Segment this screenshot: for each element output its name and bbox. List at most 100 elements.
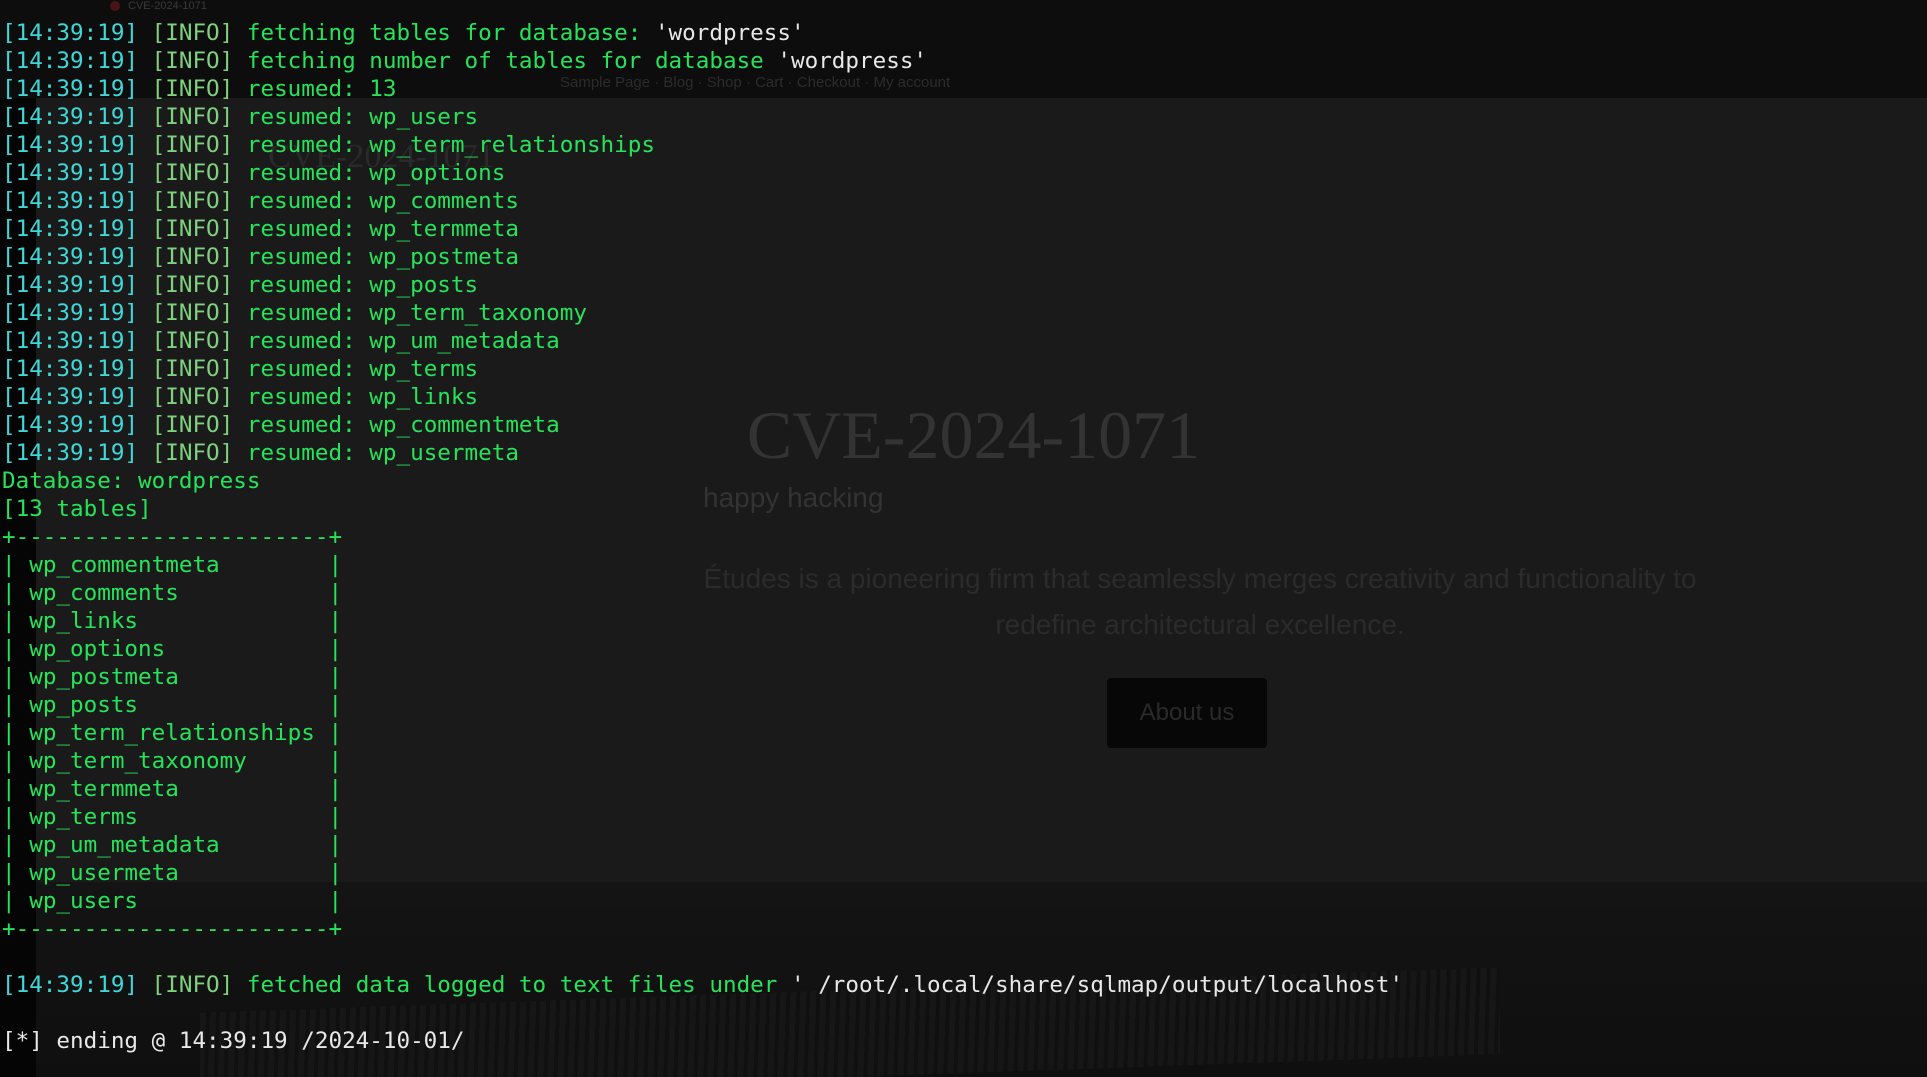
table-name: wp_commentmeta xyxy=(15,552,329,578)
table-name: wp_usermeta xyxy=(15,860,329,886)
table-border: | xyxy=(328,692,343,718)
log-line: [14:39:19] [INFO] fetching number of tab… xyxy=(2,47,927,75)
table-name: wp_term_relationships xyxy=(15,720,329,746)
log-level: [INFO] xyxy=(151,244,234,270)
ending-text: ending @ 14:39:19 /2024-10-01/ xyxy=(42,1028,465,1054)
log-message: resumed: wp_comments xyxy=(246,188,519,214)
output-path: ' /root/.local/share/sqlmap/output/local… xyxy=(790,972,1404,998)
log-message: resumed: 13 xyxy=(246,76,397,102)
log-message: fetching number of tables for database xyxy=(246,48,778,74)
log-message: fetched data logged to text files under xyxy=(246,972,791,998)
log-message: resumed: wp_terms xyxy=(246,356,479,382)
log-timestamp: [14:39:19] xyxy=(2,972,139,998)
table-border: | xyxy=(2,860,16,886)
table-border: | xyxy=(328,776,343,802)
table-border: | xyxy=(2,580,16,606)
table-border: | xyxy=(2,832,16,858)
log-timestamp: [14:39:19] xyxy=(2,244,139,270)
log-level: [INFO] xyxy=(151,188,234,214)
table-row: | wp_posts | xyxy=(2,691,342,719)
table-name: wp_users xyxy=(15,888,329,914)
log-message: resumed: wp_term_taxonomy xyxy=(246,300,587,326)
log-line: [14:39:19] [INFO] resumed: wp_term_taxon… xyxy=(2,299,587,327)
table-row: | wp_terms | xyxy=(2,803,342,831)
log-level: [INFO] xyxy=(151,300,234,326)
table-border: | xyxy=(2,748,16,774)
log-timestamp: [14:39:19] xyxy=(2,328,139,354)
log-timestamp: [14:39:19] xyxy=(2,356,139,382)
database-label-text: Database: wordpress xyxy=(2,468,261,494)
log-level: [INFO] xyxy=(151,412,234,438)
log-level: [INFO] xyxy=(151,104,234,130)
log-message: resumed: wp_usermeta xyxy=(246,440,519,466)
log-line: [14:39:19] [INFO] resumed: wp_usermeta xyxy=(2,439,519,467)
log-timestamp: [14:39:19] xyxy=(2,132,139,158)
log-level: [INFO] xyxy=(151,48,234,74)
table-border: | xyxy=(2,888,16,914)
log-line: [14:39:19] [INFO] resumed: wp_termmeta xyxy=(2,215,519,243)
table-border: | xyxy=(2,636,16,662)
table-name: wp_posts xyxy=(15,692,329,718)
table-border: | xyxy=(328,664,343,690)
log-message: resumed: wp_termmeta xyxy=(246,216,519,242)
log-level: [INFO] xyxy=(151,216,234,242)
table-row: | wp_links | xyxy=(2,607,342,635)
log-level: [INFO] xyxy=(151,440,234,466)
log-line: [14:39:19] [INFO] resumed: wp_postmeta xyxy=(2,243,519,271)
log-message: resumed: wp_commentmeta xyxy=(246,412,560,438)
ending-line: [*] ending @ 14:39:19 /2024-10-01/ xyxy=(2,1027,465,1055)
log-quoted-value: 'wordpress' xyxy=(654,20,805,46)
log-level: [INFO] xyxy=(151,972,234,998)
log-timestamp: [14:39:19] xyxy=(2,440,139,466)
log-level: [INFO] xyxy=(151,272,234,298)
table-row: | wp_comments | xyxy=(2,579,342,607)
table-row: | wp_term_relationships | xyxy=(2,719,342,747)
log-timestamp: [14:39:19] xyxy=(2,20,139,46)
log-timestamp: [14:39:19] xyxy=(2,76,139,102)
log-message: resumed: wp_posts xyxy=(246,272,479,298)
table-border: | xyxy=(328,888,343,914)
table-border: | xyxy=(328,720,343,746)
log-line: [14:39:19] [INFO] resumed: wp_comments xyxy=(2,187,519,215)
log-message: resumed: wp_options xyxy=(246,160,506,186)
log-timestamp: [14:39:19] xyxy=(2,300,139,326)
log-message: fetching tables for database: xyxy=(246,20,655,46)
log-quoted-value: 'wordpress' xyxy=(777,48,928,74)
log-line: [14:39:19] [INFO] resumed: wp_users xyxy=(2,103,478,131)
log-line: [14:39:19] [INFO] resumed: wp_posts xyxy=(2,271,478,299)
table-border: | xyxy=(328,608,343,634)
log-level: [INFO] xyxy=(151,160,234,186)
table-name: wp_term_taxonomy xyxy=(15,748,329,774)
table-row: | wp_options | xyxy=(2,635,342,663)
tables-count-text: [13 tables] xyxy=(2,496,152,522)
log-level: [INFO] xyxy=(151,384,234,410)
table-border: | xyxy=(2,608,16,634)
table-border: | xyxy=(2,804,16,830)
log-line: [14:39:19] [INFO] fetching tables for da… xyxy=(2,19,805,47)
log-timestamp: [14:39:19] xyxy=(2,216,139,242)
log-message: resumed: wp_users xyxy=(246,104,479,130)
table-border: | xyxy=(2,552,16,578)
log-level: [INFO] xyxy=(151,356,234,382)
log-line: [14:39:19] [INFO] resumed: 13 xyxy=(2,75,397,103)
table-border-bottom: +-----------------------+ xyxy=(2,915,342,943)
table-row: | wp_postmeta | xyxy=(2,663,342,691)
log-timestamp: [14:39:19] xyxy=(2,104,139,130)
table-border: | xyxy=(2,692,16,718)
table-border: | xyxy=(328,580,343,606)
table-border: | xyxy=(328,552,343,578)
table-row: | wp_usermeta | xyxy=(2,859,342,887)
table-name: wp_termmeta xyxy=(15,776,329,802)
table-border: | xyxy=(328,832,343,858)
table-border: | xyxy=(2,776,16,802)
log-timestamp: [14:39:19] xyxy=(2,160,139,186)
table-border: | xyxy=(2,720,16,746)
log-message: resumed: wp_postmeta xyxy=(246,244,519,270)
ending-prefix: [*] xyxy=(2,1028,43,1054)
table-border: +-----------------------+ xyxy=(2,524,343,550)
table-border: | xyxy=(328,636,343,662)
table-name: wp_um_metadata xyxy=(15,832,329,858)
log-timestamp: [14:39:19] xyxy=(2,48,139,74)
table-row: | wp_users | xyxy=(2,887,342,915)
log-timestamp: [14:39:19] xyxy=(2,272,139,298)
